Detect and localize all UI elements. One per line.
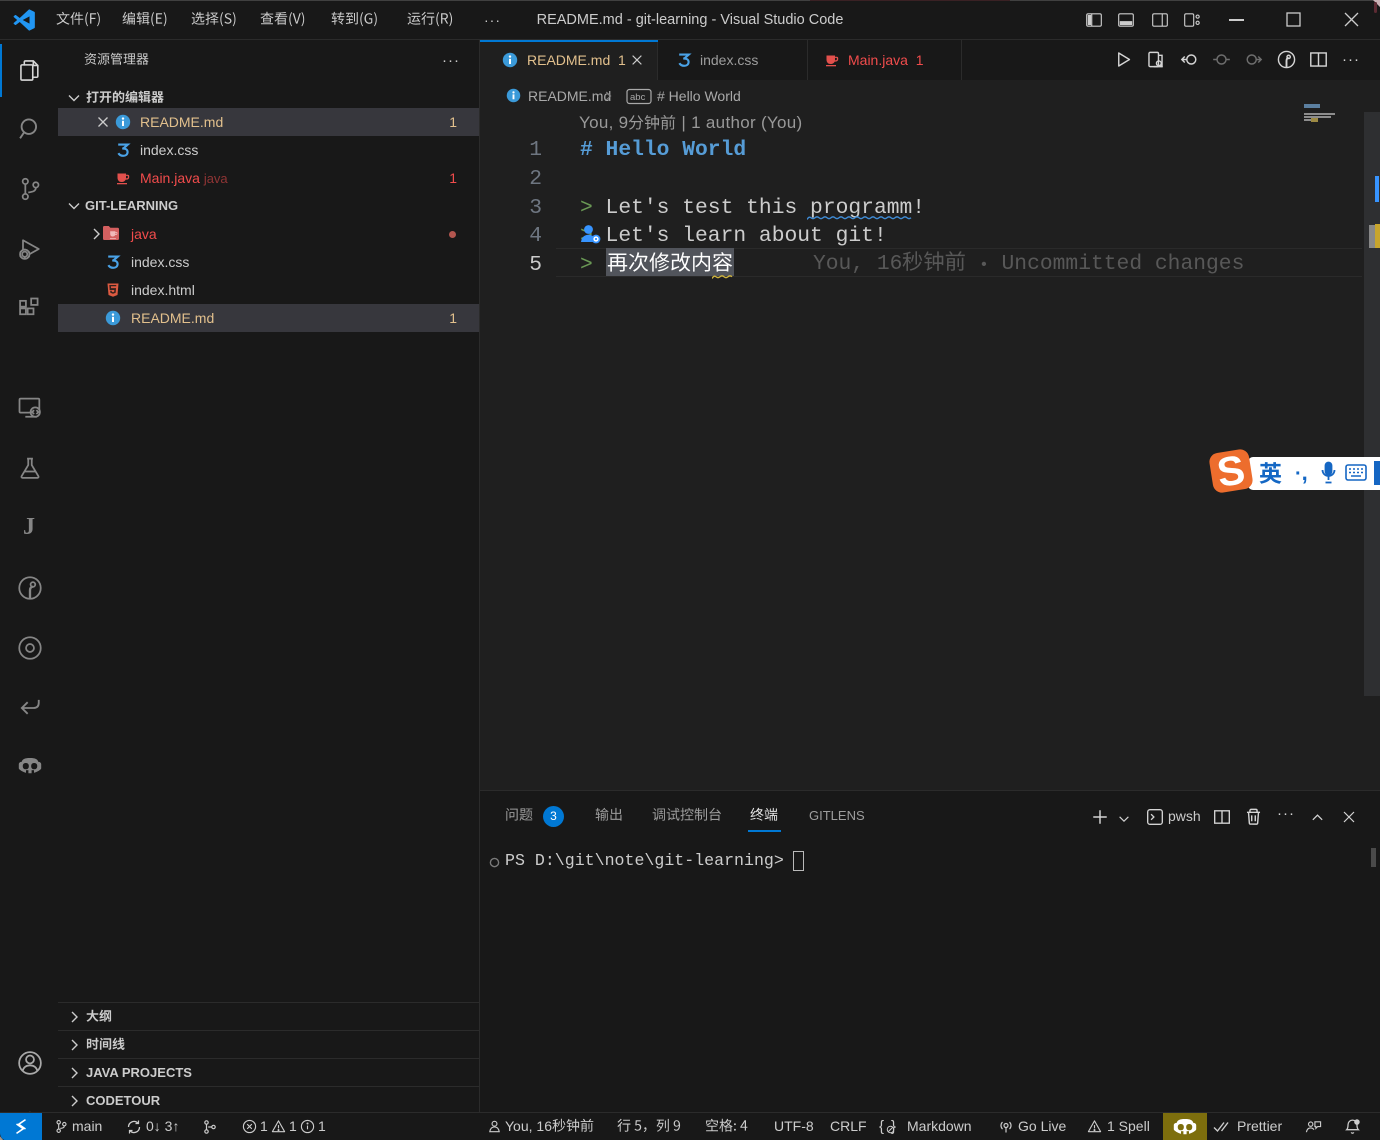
svg-text:abc: abc — [630, 92, 646, 103]
